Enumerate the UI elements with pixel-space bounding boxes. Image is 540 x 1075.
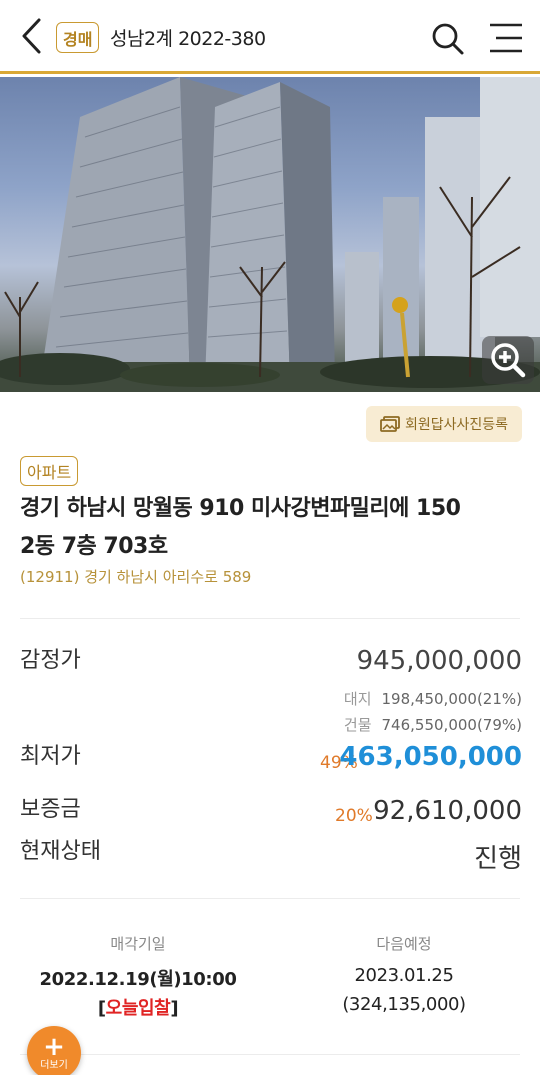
address-line-2: 2동 7층 703호 — [20, 534, 168, 559]
top-app-bar: 경매 성남2계 2022-380 — [0, 0, 540, 74]
back-button[interactable] — [14, 14, 48, 58]
case-number-title: 성남2계 2022-380 — [110, 28, 266, 50]
building-value: 746,550,000(79%) — [381, 716, 522, 734]
auction-type-badge: 경매 — [56, 22, 100, 53]
land-value-row: 대지 198,450,000(21%) — [344, 688, 522, 709]
deposit-label: 보증금 — [20, 797, 81, 822]
menu-button[interactable] — [484, 18, 528, 58]
appraisal-value: 945,000,000 — [356, 646, 522, 676]
minimum-price-value: 463,050,000 — [339, 742, 522, 772]
address-line-1: 경기 하남시 망월동 910 미사강변파밀리에 150 — [20, 496, 461, 521]
zoom-button[interactable] — [482, 336, 534, 384]
deposit-value: 92,610,000 — [373, 796, 522, 826]
search-button[interactable] — [428, 18, 468, 58]
bracket-open: [ — [97, 998, 106, 1019]
next-schedule-date: 2023.01.25 — [354, 965, 454, 986]
more-fab-button[interactable]: + 더보기 — [27, 1026, 81, 1075]
member-photo-register-label: 회원답사사진등록 — [404, 417, 509, 433]
bracket-close: ] — [170, 998, 179, 1019]
divider — [20, 1054, 520, 1055]
minimum-price-label: 최저가 — [20, 744, 81, 769]
chevron-left-icon — [22, 18, 41, 54]
member-photo-register-button[interactable]: 회원답사사진등록 — [366, 406, 522, 442]
appraisal-label: 감정가 — [20, 648, 81, 673]
apartment-buildings-illustration — [0, 77, 540, 392]
search-icon — [432, 23, 464, 55]
road-address: (12911) 경기 하남시 아리수로 589 — [20, 568, 252, 586]
today-bid-tag: [오늘입찰] — [3, 994, 273, 1020]
next-schedule-label: 다음예정 — [376, 935, 432, 953]
land-value: 198,450,000(21%) — [381, 690, 522, 708]
zoom-in-icon — [491, 343, 526, 378]
sale-date-label: 매각기일 — [110, 935, 166, 953]
deposit-percent: 20% — [335, 806, 373, 826]
next-schedule-price: (324,135,000) — [342, 994, 466, 1015]
building-value-row: 건물 746,550,000(79%) — [344, 714, 522, 735]
menu-icon — [490, 23, 522, 53]
building-label: 건물 — [343, 716, 372, 734]
sale-date-value: 2022.12.19(월)10:00 — [39, 969, 237, 990]
divider — [20, 618, 520, 619]
status-value: 진행 — [474, 844, 522, 874]
divider — [20, 898, 520, 899]
property-photo[interactable] — [0, 77, 540, 392]
today-bid-text: 오늘입찰 — [105, 998, 171, 1019]
property-address-title: 경기 하남시 망월동 910 미사강변파밀리에 150 2동 7층 703호 — [20, 490, 520, 566]
property-type-badge: 아파트 — [20, 456, 79, 486]
plus-icon: + — [43, 1032, 65, 1062]
photo-gallery-icon — [380, 416, 400, 432]
more-label: 더보기 — [40, 1060, 68, 1071]
land-label: 대지 — [343, 690, 372, 708]
status-label: 현재상태 — [20, 839, 101, 864]
